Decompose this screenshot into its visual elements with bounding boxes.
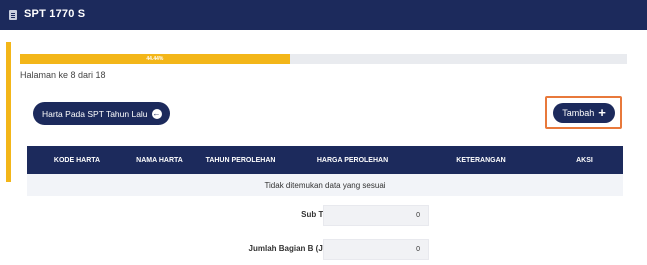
empty-table-message: Tidak ditemukan data yang sesuai — [27, 174, 623, 196]
column-header-harga-perolehan: HARGA PEROLEHAN — [316, 156, 389, 164]
progress-bar: 44.44% — [20, 54, 627, 64]
document-icon — [9, 10, 17, 20]
jbb-row: Jumlah Bagian B (JBB) 0 — [27, 239, 623, 261]
column-header-keterangan: KETERANGAN — [456, 156, 506, 164]
column-header-nama-harta: NAMA HARTA — [136, 156, 183, 164]
column-header-tahun-perolehan: TAHUN PEROLEHAN — [205, 156, 276, 164]
side-accent-bar — [6, 42, 11, 182]
previous-assets-button[interactable]: Harta Pada SPT Tahun Lalu ← — [33, 102, 170, 125]
jbb-field: 0 — [323, 239, 429, 260]
arrow-left-circle-icon: ← — [151, 108, 162, 119]
app-header: SPT 1770 S — [0, 0, 647, 30]
assets-table: KODE HARTA NAMA HARTA TAHUN PEROLEHAN HA… — [27, 146, 623, 196]
subtotal-row: Sub Total 0 — [27, 205, 623, 227]
table-header: KODE HARTA NAMA HARTA TAHUN PEROLEHAN HA… — [27, 146, 623, 174]
subtotal-field: 0 — [323, 205, 429, 226]
progress-fill: 44.44% — [20, 54, 290, 64]
column-header-kode-harta: KODE HARTA — [53, 156, 101, 164]
page-title: SPT 1770 S — [24, 8, 86, 20]
page-indicator: Halaman ke 8 dari 18 — [20, 70, 106, 80]
add-button[interactable]: Tambah + — [553, 103, 615, 123]
add-button-label: Tambah — [562, 108, 595, 118]
previous-assets-label: Harta Pada SPT Tahun Lalu — [42, 108, 148, 119]
column-header-aksi: AKSI — [576, 156, 593, 164]
plus-icon: + — [598, 105, 606, 120]
